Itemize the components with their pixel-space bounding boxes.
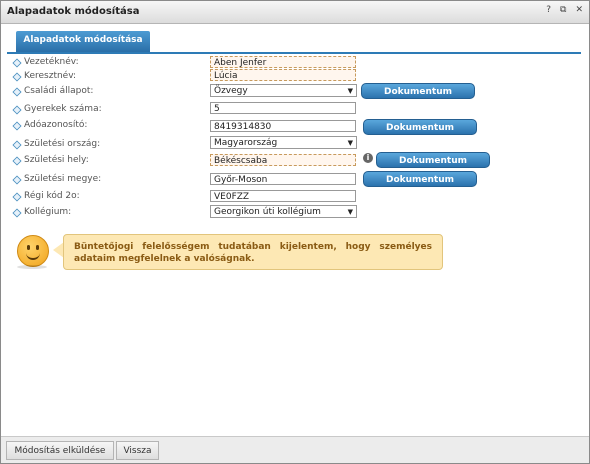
- footer-bar: Módosítás elküldése Vissza: [1, 436, 589, 463]
- titlebar: Alapadatok módosítása ? ⧉ ✕: [1, 1, 589, 24]
- vezeteknev-field[interactable]: Aben Jenfer: [210, 56, 356, 68]
- field-label: Kollégium:: [24, 207, 72, 217]
- field-label: Vezetéknév:: [24, 57, 79, 67]
- info-icon[interactable]: i: [363, 153, 373, 163]
- dialog-window: Alapadatok módosítása ? ⧉ ✕ Alapadatok m…: [0, 0, 590, 464]
- regi-kod-field[interactable]: VE0FZZ: [210, 190, 356, 202]
- window-title: Alapadatok módosítása: [7, 6, 140, 17]
- adoazonosito-field[interactable]: 8419314830: [210, 120, 356, 132]
- doc-attach-button-szuletesi-hely[interactable]: Dokumentum csatolása: [376, 152, 490, 182]
- smiley-shadow: [17, 265, 47, 269]
- csaladi-allapot-select[interactable]: Özvegy ▼: [210, 84, 357, 97]
- diamond-bullet-icon: [13, 106, 20, 113]
- diamond-bullet-icon: [13, 59, 20, 66]
- gyerekek-szama-field[interactable]: 5: [210, 102, 356, 114]
- select-value: Magyarország: [214, 138, 278, 148]
- szuletesi-hely-field[interactable]: Békéscsaba: [210, 154, 356, 166]
- submit-changes-button[interactable]: Módosítás elküldése: [6, 441, 114, 460]
- select-value: Georgikon úti kollégium: [214, 207, 321, 217]
- keresztnev-field[interactable]: Lúcia: [210, 69, 356, 81]
- diamond-bullet-icon: [13, 73, 20, 80]
- form-row-adoazonosito: Adóazonosító:: [13, 119, 87, 131]
- smiley-icon: [17, 235, 49, 267]
- tab-bar: Alapadatok módosítása: [7, 31, 581, 54]
- field-label: Gyerekek száma:: [24, 104, 102, 114]
- field-label: Születési megye:: [24, 174, 102, 184]
- doc-attach-button-adoazonosito[interactable]: Dokumentum csatolása: [363, 119, 477, 149]
- field-label: Születési hely:: [24, 155, 89, 165]
- szuletesi-megye-field[interactable]: Győr-Moson: [210, 173, 356, 185]
- form-row-csaladi-allapot: Családi állapot:: [13, 85, 93, 97]
- dropdown-arrow-icon: ▼: [347, 139, 353, 147]
- form-row-szuletesi-hely: Születési hely:: [13, 154, 89, 166]
- field-label: Családi állapot:: [24, 86, 94, 96]
- close-icon[interactable]: ✕: [575, 5, 583, 15]
- field-label: Régi kód 2o:: [24, 191, 80, 201]
- maximize-icon[interactable]: ⧉: [560, 5, 566, 15]
- diamond-bullet-icon: [13, 88, 20, 95]
- declaration-notice: Büntetőjogi felelősségem tudatában kijel…: [63, 234, 443, 270]
- dropdown-arrow-icon: ▼: [347, 87, 353, 95]
- form-row-keresztnev: Keresztnév:: [13, 70, 76, 82]
- tab-alapadatok[interactable]: Alapadatok módosítása: [16, 31, 150, 52]
- doc-attach-button-csaladi-allapot[interactable]: Dokumentum csatolása: [361, 83, 475, 113]
- form-row-kollegium: Kollégium:: [13, 206, 71, 218]
- notice-text: Büntetőjogi felelősségem tudatában kijel…: [74, 242, 432, 264]
- diamond-bullet-icon: [13, 193, 20, 200]
- szuletesi-orszag-select[interactable]: Magyarország ▼: [210, 136, 357, 149]
- form-row-regi-kod: Régi kód 2o:: [13, 190, 80, 202]
- form-row-szuletesi-orszag: Születési ország:: [13, 138, 100, 150]
- dropdown-arrow-icon: ▼: [347, 208, 353, 216]
- kollegium-select[interactable]: Georgikon úti kollégium ▼: [210, 205, 357, 218]
- diamond-bullet-icon: [13, 141, 20, 148]
- select-value: Özvegy: [214, 86, 248, 96]
- form-row-gyerekek: Gyerekek száma:: [13, 103, 102, 115]
- doc-attach-button-szuletesi-megye[interactable]: Dokumentum csatolása: [363, 171, 477, 201]
- form-row-szuletesi-megye: Születési megye:: [13, 173, 101, 185]
- help-icon[interactable]: ?: [546, 5, 551, 15]
- field-label: Adóazonosító:: [24, 120, 88, 130]
- diamond-bullet-icon: [13, 209, 20, 216]
- field-label: Születési ország:: [24, 139, 101, 149]
- diamond-bullet-icon: [13, 157, 20, 164]
- form-row-vezeteknev: Vezetéknév:: [13, 56, 79, 68]
- diamond-bullet-icon: [13, 176, 20, 183]
- field-label: Keresztnév:: [24, 71, 77, 81]
- diamond-bullet-icon: [13, 122, 20, 129]
- back-button[interactable]: Vissza: [116, 441, 159, 460]
